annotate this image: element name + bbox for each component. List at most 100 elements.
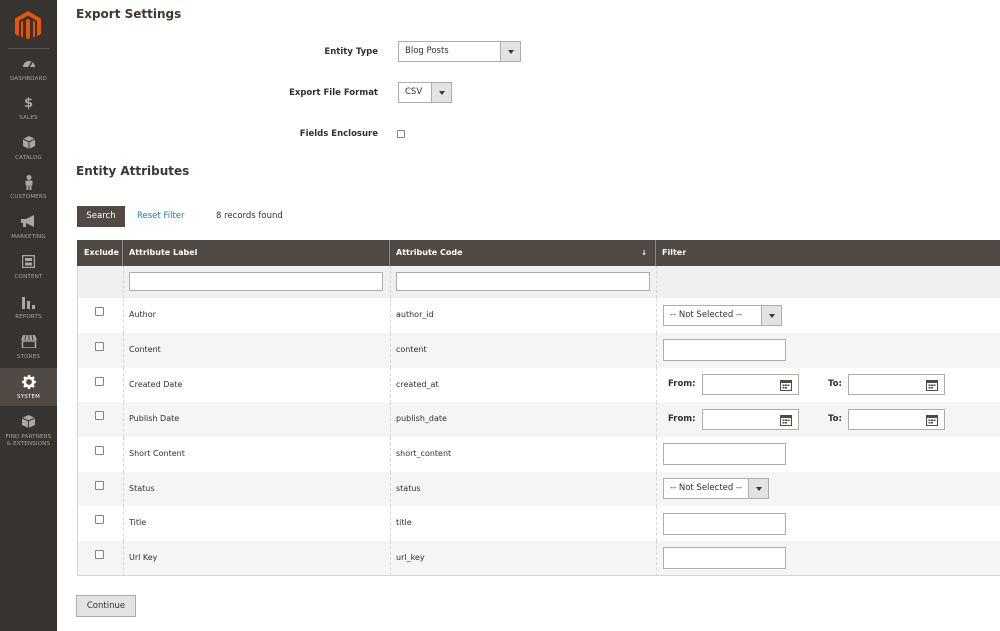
attribute-label-cell: Short Content — [129, 449, 185, 458]
exclude-checkbox[interactable] — [95, 342, 104, 351]
cell-separator — [390, 506, 391, 541]
created-date-from-input[interactable] — [702, 374, 799, 395]
person-icon — [21, 175, 37, 191]
sidebar-item-find-partners[interactable]: FIND PARTNERS & EXTENSIONS — [0, 415, 57, 455]
exclude-checkbox[interactable] — [95, 377, 104, 386]
status-filter-value: -- Not Selected -- — [670, 483, 743, 493]
url-key-filter-input[interactable] — [663, 547, 786, 569]
calendar-icon[interactable] — [780, 379, 792, 391]
sidebar-item-label: CUSTOMERS — [10, 194, 47, 200]
gear-icon — [21, 375, 37, 391]
search-button[interactable]: Search — [77, 206, 125, 227]
sort-arrow-icon: ↓ — [641, 249, 647, 257]
calendar-icon[interactable] — [926, 379, 938, 391]
exclude-checkbox[interactable] — [95, 307, 104, 316]
reset-filter-link[interactable]: Reset Filter — [137, 211, 185, 221]
publish-date-to-input[interactable] — [848, 409, 945, 430]
attribute-code-cell: created_at — [396, 380, 439, 389]
cell-separator — [123, 437, 124, 472]
sidebar-divider — [8, 48, 49, 49]
entity-attributes-title: Entity Attributes — [76, 164, 190, 178]
fields-enclosure-label: Fields Enclosure — [299, 129, 378, 139]
continue-button[interactable]: Continue — [76, 595, 136, 617]
status-filter-select[interactable]: -- Not Selected -- — [663, 478, 769, 499]
sidebar-item-content[interactable]: CONTENT — [0, 255, 57, 295]
dollar-icon: $ — [23, 96, 34, 111]
sidebar-item-label: CONTENT — [14, 274, 43, 280]
chevron-down-icon — [761, 306, 781, 325]
date-from-label: From: — [668, 379, 696, 389]
date-to-label: To: — [828, 414, 842, 424]
sidebar-item-label: CATALOG — [15, 155, 42, 161]
entity-type-select[interactable]: Blog Posts — [398, 41, 521, 62]
exclude-checkbox[interactable] — [95, 550, 104, 559]
megaphone-icon — [21, 215, 37, 231]
sidebar-item-sales[interactable]: $ SALES — [0, 96, 57, 136]
magento-logo-icon[interactable] — [14, 10, 42, 42]
grid-header-row: Exclude Attribute Label Attribute Code ↓… — [77, 240, 1000, 266]
column-header-attribute-label[interactable]: Attribute Label — [123, 240, 389, 266]
export-settings-title: Export Settings — [76, 7, 182, 21]
cell-separator — [123, 402, 124, 437]
calendar-icon[interactable] — [926, 414, 938, 426]
cell-separator — [656, 402, 657, 437]
publish-date-from-input[interactable] — [702, 409, 799, 430]
cell-separator — [390, 368, 391, 403]
entity-type-value: Blog Posts — [405, 46, 449, 56]
export-file-format-select[interactable]: CSV — [398, 82, 452, 103]
sidebar-item-customers[interactable]: CUSTOMERS — [0, 175, 57, 215]
content-filter-input[interactable] — [663, 339, 786, 361]
attribute-code-filter-input[interactable] — [396, 272, 650, 291]
cell-separator — [656, 368, 657, 403]
entity-type-label: Entity Type — [324, 47, 378, 57]
attribute-label-filter-input[interactable] — [129, 272, 383, 291]
main-content: Export Settings Entity Type Blog Posts E… — [57, 0, 1000, 631]
author-filter-value: -- Not Selected -- — [670, 310, 743, 320]
attribute-code-cell: status — [396, 484, 421, 493]
grid-filter-row — [77, 266, 1000, 298]
attribute-label-cell: Status — [129, 484, 155, 493]
column-header-filter: Filter — [662, 248, 687, 257]
cell-separator — [390, 333, 391, 368]
sidebar-item-label: DASHBOARD — [9, 76, 48, 82]
sidebar-item-system[interactable]: SYSTEM — [0, 368, 57, 406]
exclude-checkbox[interactable] — [95, 446, 104, 455]
calendar-icon[interactable] — [780, 414, 792, 426]
box-icon — [21, 136, 37, 152]
cell-separator — [123, 266, 124, 298]
attribute-label-cell: Title — [129, 518, 147, 527]
records-found-count: 8 records found — [216, 211, 283, 221]
created-date-to-input[interactable] — [848, 374, 945, 395]
sidebar-item-marketing[interactable]: MARKETING — [0, 215, 57, 255]
chevron-down-icon — [431, 83, 451, 102]
attribute-code-cell: author_id — [396, 310, 434, 319]
exclude-checkbox[interactable] — [95, 481, 104, 490]
table-row: Short Content short_content — [77, 437, 1000, 472]
short-content-filter-input[interactable] — [663, 443, 786, 465]
cell-separator — [390, 402, 391, 437]
table-row: Publish Date publish_date From: To: — [77, 402, 1000, 437]
layout-icon — [21, 255, 37, 271]
date-from-label: From: — [668, 414, 696, 424]
sidebar-item-dashboard[interactable]: DASHBOARD — [0, 57, 57, 97]
title-filter-input[interactable] — [663, 513, 786, 535]
sidebar-item-label: REPORTS — [15, 314, 42, 320]
cell-separator — [390, 266, 391, 298]
attribute-code-cell: short_content — [396, 449, 452, 458]
sidebar-item-reports[interactable]: REPORTS — [0, 295, 57, 335]
table-row: Url Key url_key — [77, 541, 1000, 576]
cell-separator — [390, 541, 391, 576]
column-header-attribute-code[interactable]: Attribute Code ↓ — [390, 240, 655, 266]
cell-separator — [656, 333, 657, 368]
author-filter-select[interactable]: -- Not Selected -- — [663, 305, 782, 326]
chevron-down-icon — [500, 42, 520, 61]
fields-enclosure-checkbox[interactable] — [397, 130, 405, 138]
exclude-checkbox[interactable] — [95, 515, 104, 524]
attribute-label-cell: Publish Date — [129, 414, 180, 423]
store-icon — [20, 335, 37, 351]
cell-separator — [123, 541, 124, 576]
exclude-checkbox[interactable] — [95, 411, 104, 420]
sidebar-item-catalog[interactable]: CATALOG — [0, 136, 57, 176]
cell-separator — [656, 506, 657, 541]
sidebar-item-label: FIND PARTNERS — [5, 434, 52, 440]
